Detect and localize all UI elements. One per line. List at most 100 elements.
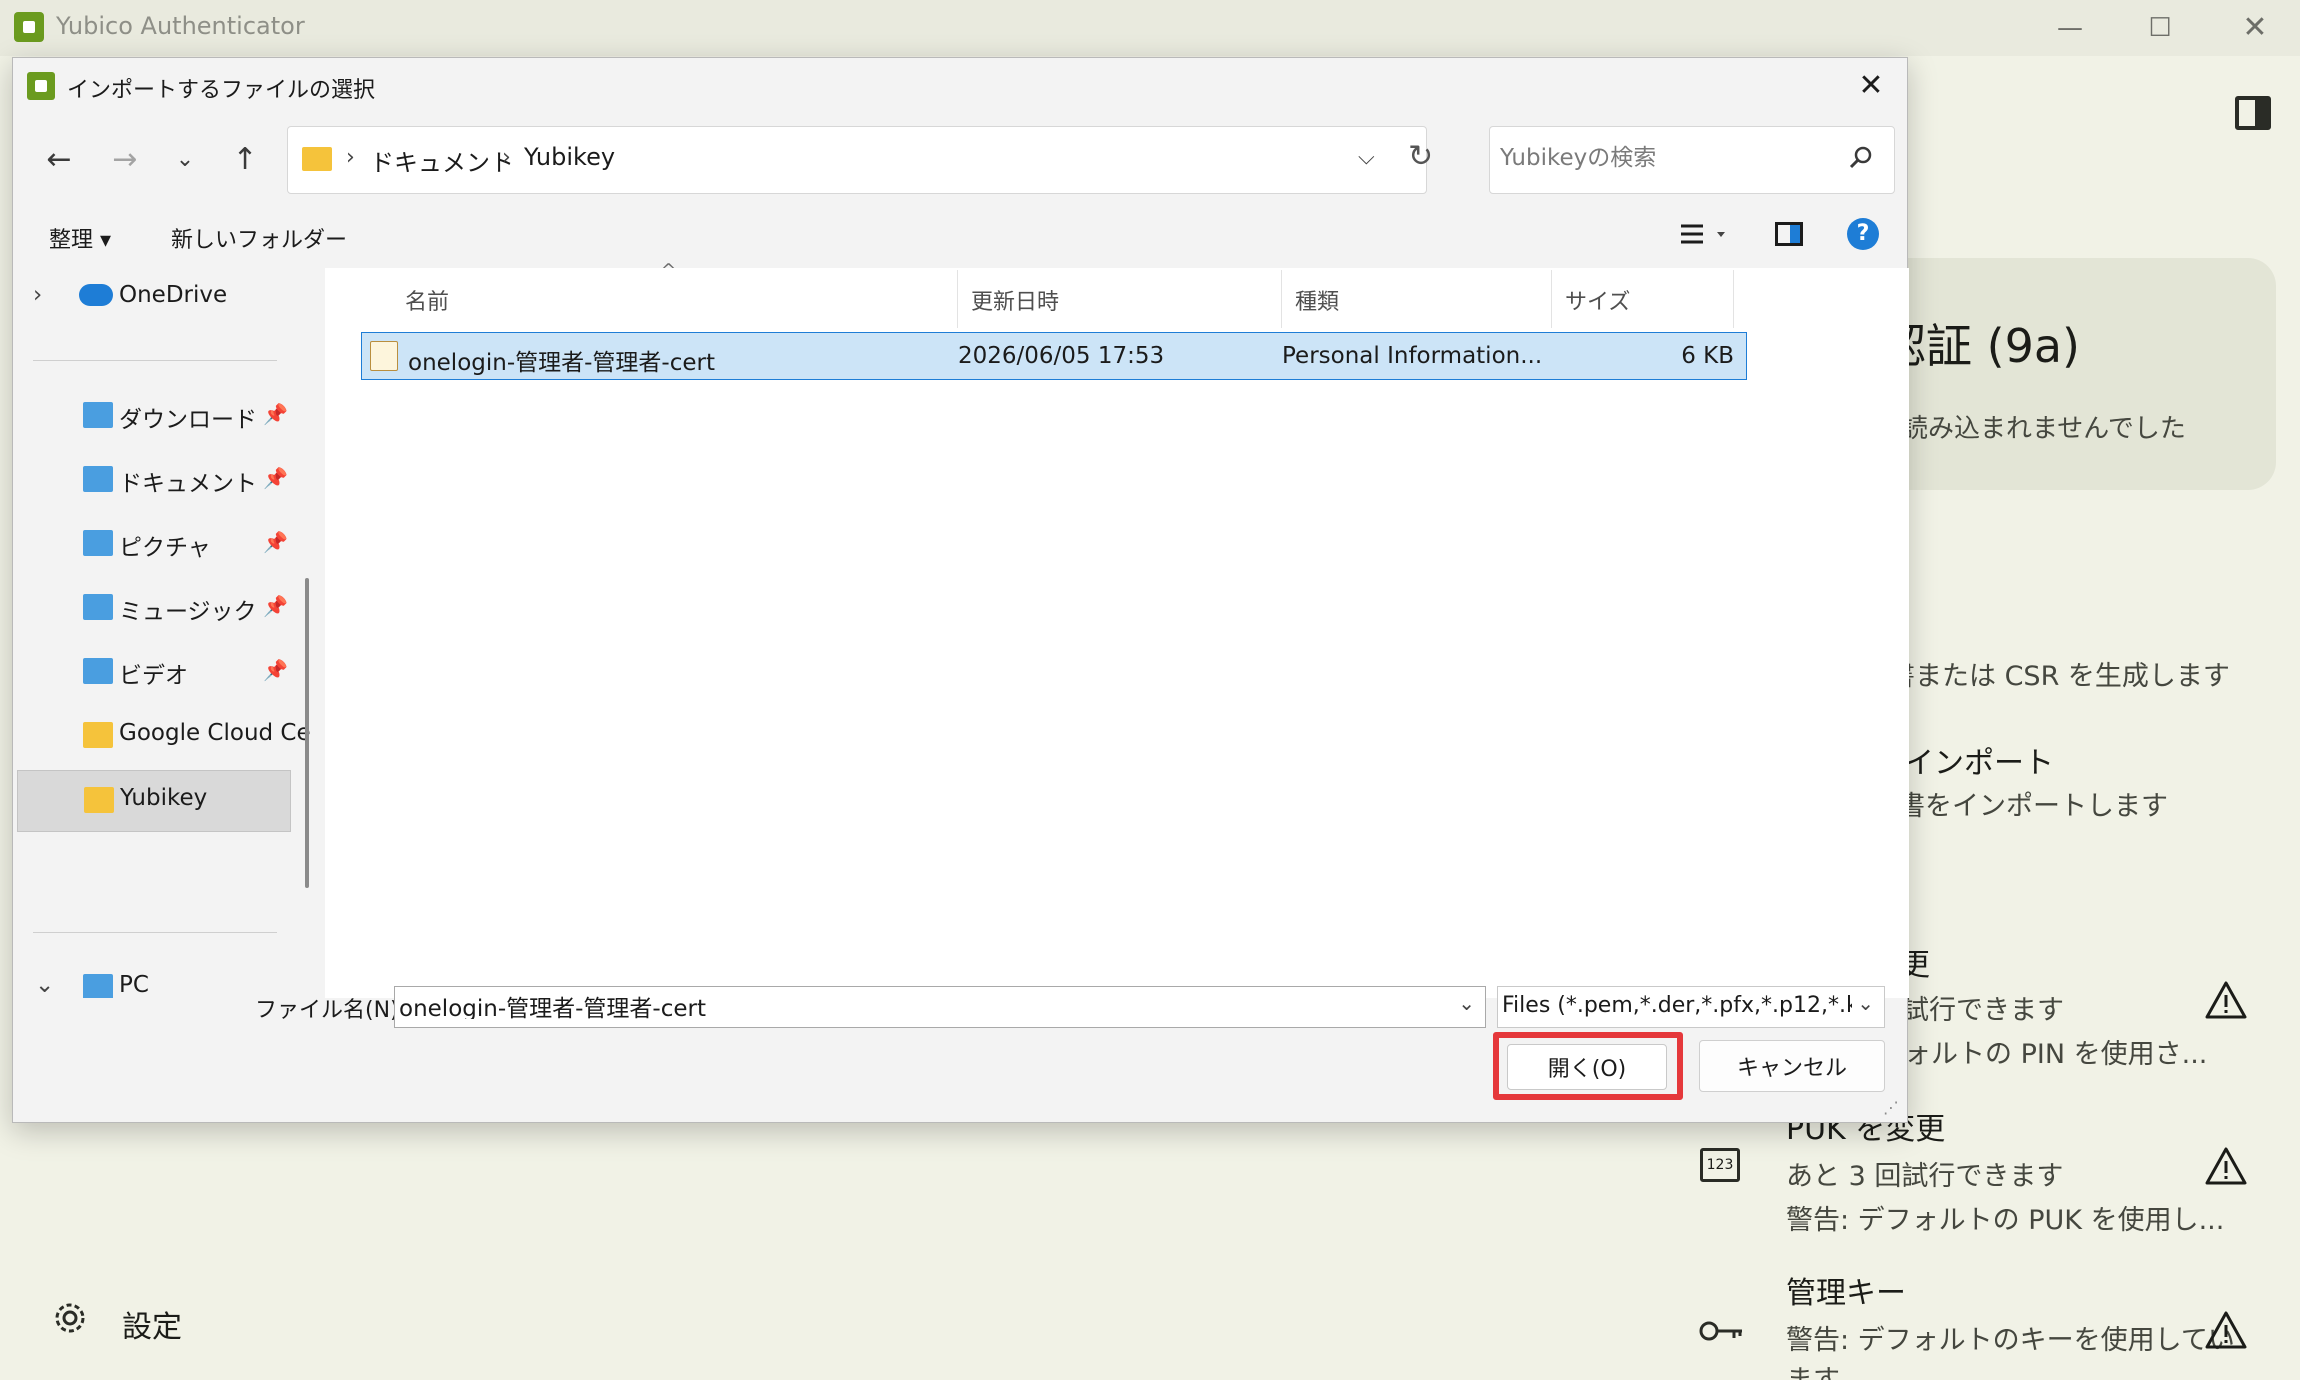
column-header-type[interactable]: 種類 — [1295, 284, 1339, 316]
nav-pane-scrollbar[interactable] — [305, 578, 309, 888]
view-options-icon[interactable] — [1677, 214, 1733, 254]
nav-item-videos[interactable]: ビデオ 📌 — [13, 642, 303, 702]
folder-icon — [302, 147, 332, 171]
forward-arrow-icon[interactable]: → — [103, 138, 147, 182]
generate-action-desc[interactable]: 書または CSR を生成します — [1888, 654, 2230, 693]
mgmt-warning-icon — [2204, 1310, 2248, 1350]
file-open-dialog: インポートするファイルの選択 ✕ ← → ⌄ ↑ › ドキュメント › Yubi… — [12, 57, 1909, 1123]
filename-input[interactable] — [399, 993, 1439, 1019]
filename-label: ファイル名(N): — [255, 998, 407, 1023]
navigation-pane: › OneDrive ダウンロード 📌 ドキュメント 📌 ピクチャ 📌 ミュージ… — [13, 268, 313, 998]
back-arrow-icon[interactable]: ← — [37, 138, 81, 182]
breadcrumb-separator-icon[interactable]: › — [346, 145, 355, 170]
app-title: Yubico Authenticator — [56, 12, 305, 40]
slot-title: 認証 (9a) — [1880, 319, 2080, 373]
nav-item-label: Google Cloud Ce — [119, 720, 311, 746]
music-folder-icon — [83, 594, 113, 620]
settings-label[interactable]: 設定 — [122, 1302, 182, 1346]
nav-item-yubikey[interactable]: Yubikey — [17, 770, 291, 832]
nav-divider — [33, 360, 277, 361]
puk-warning-text: 警告: デフォルトの PUK を使用し... — [1786, 1205, 2225, 1236]
preview-pane-icon[interactable] — [1775, 222, 1803, 246]
nav-item-google-cloud[interactable]: Google Cloud Ce — [13, 706, 311, 766]
breadcrumb-yubikey[interactable]: Yubikey — [524, 143, 615, 171]
onedrive-cloud-icon — [79, 284, 113, 306]
dialog-app-icon — [27, 72, 55, 100]
search-box[interactable] — [1489, 126, 1895, 194]
nav-item-label: ドキュメント — [119, 471, 257, 497]
column-divider[interactable] — [957, 270, 958, 328]
breadcrumb-separator-icon[interactable]: › — [502, 145, 511, 170]
folder-icon — [84, 787, 114, 813]
import-action-title[interactable]: インポート — [1904, 738, 2054, 782]
nav-item-documents[interactable]: ドキュメント 📌 — [13, 450, 303, 510]
nav-item-downloads[interactable]: ダウンロード 📌 — [13, 386, 303, 446]
cancel-button[interactable]: キャンセル — [1699, 1040, 1885, 1092]
pin-icon[interactable]: 📌 — [263, 402, 288, 426]
file-name: onelogin-管理者-管理者-cert — [408, 350, 715, 376]
file-row[interactable]: onelogin-管理者-管理者-cert 2026/06/05 17:53 P… — [361, 332, 1747, 380]
app-titlebar: Yubico Authenticator — ☐ ✕ — [0, 0, 2300, 56]
certificate-file-icon — [370, 341, 398, 371]
nav-item-label: ダウンロード — [119, 407, 257, 433]
gear-icon[interactable] — [50, 1298, 90, 1338]
column-header-name[interactable]: 名前 — [405, 284, 449, 316]
refresh-icon[interactable]: ↻ — [1408, 139, 1433, 174]
mgmt-key-title[interactable]: 管理キー — [1786, 1268, 1906, 1312]
chevron-down-icon[interactable]: ⌄ — [1857, 991, 1874, 1015]
pin-icon[interactable]: 📌 — [263, 530, 288, 554]
resize-grip-icon[interactable]: ⋰ — [1883, 1098, 1899, 1117]
nav-item-label: Yubikey — [120, 785, 208, 811]
pin-icon[interactable]: 📌 — [263, 658, 288, 682]
dialog-title: インポートするファイルの選択 — [67, 78, 376, 103]
nav-item-label: ビデオ — [119, 663, 188, 689]
maximize-icon[interactable]: ☐ — [2130, 8, 2190, 48]
open-button[interactable]: 開く(O) — [1507, 1044, 1667, 1090]
videos-folder-icon — [83, 658, 113, 684]
pin-icon[interactable]: 📌 — [263, 594, 288, 618]
slot-subtitle: 読み込まれませんでした — [1902, 414, 2186, 444]
pin-warning-text: ォルトの PIN を使用さ... — [1904, 1039, 2208, 1070]
file-type: Personal Information... — [1282, 343, 1543, 369]
filetype-value: Files (*.pem,*.der,*.pfx,*.p12,*.ke — [1502, 993, 1852, 1018]
chevron-down-icon[interactable]: ⌵ — [1358, 145, 1375, 170]
mgmt-key-warning-text-2: ます — [1786, 1358, 1840, 1380]
up-arrow-icon[interactable]: ↑ — [223, 138, 267, 182]
column-header-size[interactable]: サイズ — [1565, 284, 1630, 316]
expand-chevron-icon[interactable]: ⌄ — [35, 972, 54, 998]
minimize-icon[interactable]: — — [2040, 8, 2100, 48]
expand-chevron-icon[interactable]: › — [33, 282, 42, 308]
column-divider[interactable] — [1733, 270, 1734, 328]
close-window-icon[interactable]: ✕ — [2225, 8, 2285, 48]
pictures-folder-icon — [83, 530, 113, 556]
file-modified: 2026/06/05 17:53 — [958, 343, 1165, 369]
organize-menu[interactable]: 整理 ▾ — [49, 222, 111, 254]
nav-item-pictures[interactable]: ピクチャ 📌 — [13, 514, 303, 574]
nav-item-music[interactable]: ミュージック 📌 — [13, 578, 303, 638]
import-action-desc: 書をインポートします — [1898, 791, 2168, 822]
chevron-down-icon[interactable]: ⌄ — [1458, 991, 1475, 1015]
downloads-folder-icon — [83, 402, 113, 428]
pin-icon[interactable]: 📌 — [263, 466, 288, 490]
recent-locations-chevron-icon[interactable]: ⌄ — [163, 138, 207, 182]
puk-123-icon: 123 — [1700, 1148, 1740, 1182]
new-folder-button[interactable]: 新しいフォルダー — [171, 222, 347, 254]
pin-attempts-text: 試行できます — [1902, 995, 2064, 1026]
close-icon[interactable]: ✕ — [1853, 68, 1889, 103]
folder-icon — [83, 722, 113, 748]
side-panel-toggle-icon[interactable] — [2235, 96, 2271, 130]
pin-warning-icon — [2204, 980, 2248, 1020]
filetype-select[interactable]: Files (*.pem,*.der,*.pfx,*.p12,*.ke ⌄ — [1497, 986, 1885, 1028]
column-divider[interactable] — [1281, 270, 1282, 328]
sort-ascending-icon: ^ — [661, 260, 677, 281]
column-divider[interactable] — [1551, 270, 1552, 328]
address-bar[interactable]: › ドキュメント › Yubikey ⌵ ↻ — [287, 126, 1433, 194]
nav-item-label: OneDrive — [119, 282, 228, 308]
search-input[interactable] — [1500, 145, 1840, 171]
nav-item-onedrive[interactable]: › OneDrive — [13, 268, 303, 328]
column-header-modified[interactable]: 更新日時 — [971, 284, 1059, 316]
filename-combobox[interactable]: ⌄ — [394, 986, 1486, 1028]
help-icon[interactable]: ? — [1847, 218, 1879, 250]
search-icon[interactable] — [1846, 143, 1876, 173]
breadcrumb-documents[interactable]: ドキュメント — [370, 143, 514, 178]
